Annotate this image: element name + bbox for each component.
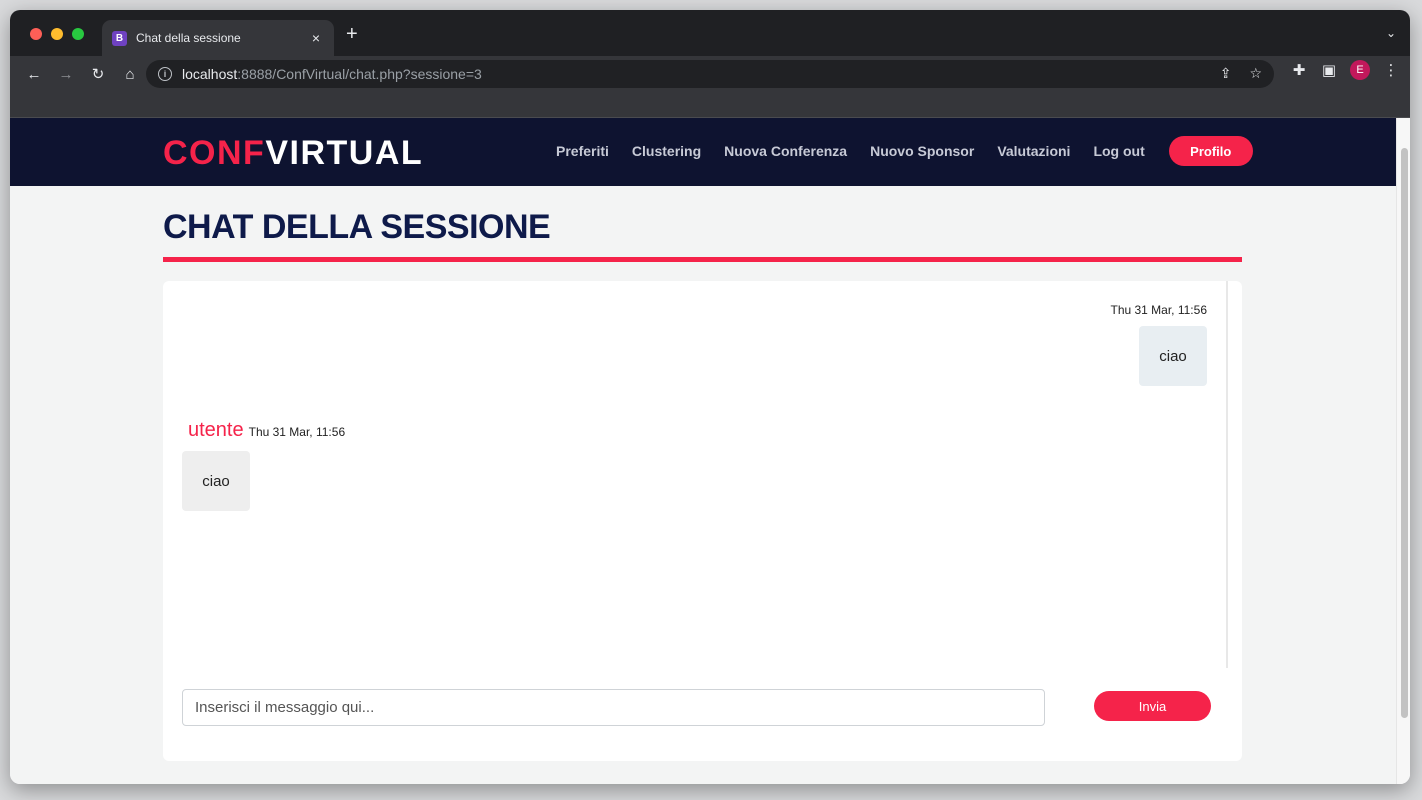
nav-nuovo-sponsor[interactable]: Nuovo Sponsor bbox=[870, 143, 974, 159]
browser-menu-icon[interactable]: ⋮ bbox=[1382, 61, 1400, 79]
browser-window: B Chat della sessione × + ⌄ ← → ↻ ⌂ i lo… bbox=[10, 10, 1410, 784]
address-bar[interactable]: i localhost :8888/ConfVirtual/chat.php?s… bbox=[146, 60, 1274, 88]
tab-search-chevron-icon[interactable]: ⌄ bbox=[1386, 26, 1396, 40]
nav-clustering[interactable]: Clustering bbox=[632, 143, 701, 159]
own-message-bubble: ciao bbox=[1139, 326, 1207, 386]
nav-preferiti[interactable]: Preferiti bbox=[556, 143, 609, 159]
url-host: localhost bbox=[182, 66, 238, 82]
message-timestamp: Thu 31 Mar, 11:56 bbox=[248, 425, 346, 439]
window-controls bbox=[30, 28, 84, 40]
main-menu: Preferiti Clustering Nuova Conferenza Nu… bbox=[556, 134, 1253, 168]
tab-title: Chat della sessione bbox=[136, 31, 241, 45]
share-icon[interactable]: ⇪ bbox=[1220, 65, 1232, 82]
logo-conf: CONF bbox=[163, 134, 266, 172]
extensions-puzzle-icon[interactable]: ✚ bbox=[1290, 61, 1308, 79]
bookmark-star-icon[interactable]: ☆ bbox=[1249, 65, 1262, 82]
message-input[interactable] bbox=[182, 689, 1045, 726]
nav-valutazioni[interactable]: Valutazioni bbox=[997, 143, 1070, 159]
site-navbar: CONFVIRTUAL Preferiti Clustering Nuova C… bbox=[10, 118, 1396, 186]
reload-icon[interactable]: ↻ bbox=[84, 60, 112, 88]
tab-active[interactable]: B Chat della sessione × bbox=[102, 20, 334, 56]
bootstrap-favicon-icon: B bbox=[112, 30, 127, 46]
profile-button[interactable]: Profilo bbox=[1168, 136, 1253, 166]
scrollbar-thumb[interactable] bbox=[1401, 148, 1408, 718]
close-icon[interactable]: × bbox=[308, 30, 324, 46]
tab-strip: B Chat della sessione × + ⌄ bbox=[10, 10, 1410, 56]
back-arrow-icon[interactable]: ← bbox=[20, 60, 48, 88]
page-viewport: CONFVIRTUAL Preferiti Clustering Nuova C… bbox=[10, 118, 1410, 784]
page-scrollbar[interactable] bbox=[1396, 118, 1410, 784]
message-header: utente Thu 31 Mar, 11:56 bbox=[188, 419, 345, 442]
side-panel-icon[interactable]: ▣ bbox=[1320, 61, 1338, 79]
profile-avatar[interactable]: E bbox=[1350, 60, 1370, 80]
send-button[interactable]: Invia bbox=[1094, 691, 1211, 721]
title-divider bbox=[163, 257, 1242, 262]
nav-logout[interactable]: Log out bbox=[1093, 143, 1144, 159]
message-timestamp: Thu 31 Mar, 11:56 bbox=[1110, 303, 1207, 317]
nav-nuova-conferenza[interactable]: Nuova Conferenza bbox=[724, 143, 847, 159]
chat-scrollbar[interactable] bbox=[1226, 281, 1228, 668]
home-icon[interactable]: ⌂ bbox=[116, 60, 144, 88]
url-path: :8888/ConfVirtual/chat.php?sessione=3 bbox=[237, 66, 482, 82]
new-tab-button[interactable]: + bbox=[346, 24, 358, 44]
chat-card: Thu 31 Mar, 11:56 ciao utente Thu 31 Mar… bbox=[163, 281, 1242, 761]
chat-messages-area[interactable]: Thu 31 Mar, 11:56 ciao utente Thu 31 Mar… bbox=[163, 281, 1227, 668]
close-window-button[interactable] bbox=[30, 28, 42, 40]
message-author: utente bbox=[188, 419, 244, 441]
minimize-window-button[interactable] bbox=[51, 28, 63, 40]
logo-virtual: VIRTUAL bbox=[265, 134, 424, 172]
other-message-bubble: ciao bbox=[182, 451, 250, 511]
maximize-window-button[interactable] bbox=[72, 28, 84, 40]
site-info-icon[interactable]: i bbox=[158, 67, 172, 81]
bookmarks-bar bbox=[10, 92, 1410, 118]
browser-toolbar: ← → ↻ ⌂ i localhost :8888/ConfVirtual/ch… bbox=[10, 56, 1410, 92]
page-title: CHAT DELLA SESSIONE bbox=[163, 208, 551, 246]
forward-arrow-icon[interactable]: → bbox=[52, 60, 80, 88]
site-logo[interactable]: CONFVIRTUAL bbox=[163, 134, 423, 173]
